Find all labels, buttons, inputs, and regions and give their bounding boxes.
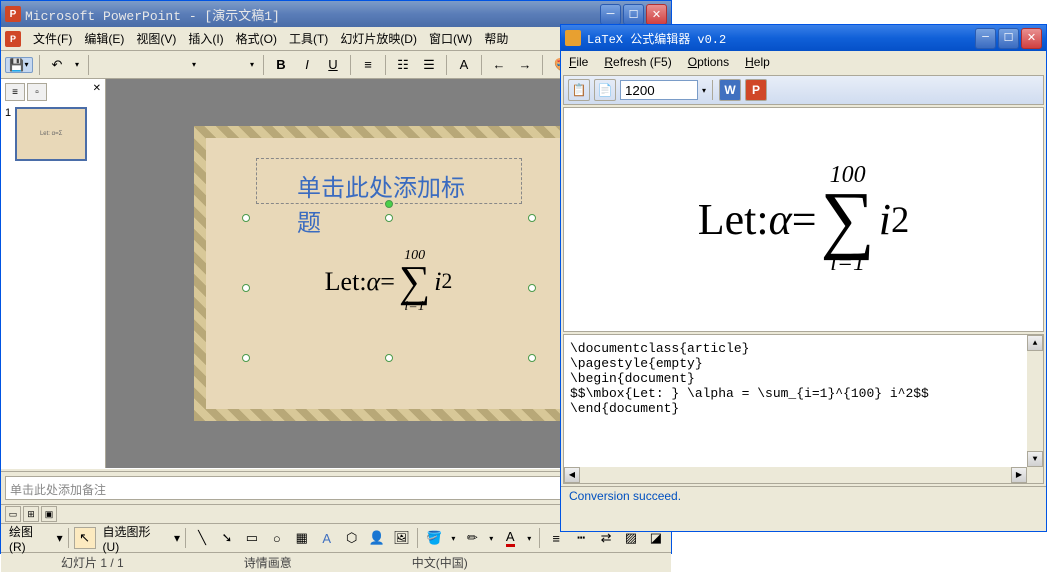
- menu-view[interactable]: 视图(V): [130, 28, 182, 49]
- ppt-minimize-button[interactable]: ─: [600, 4, 621, 25]
- dpi-input[interactable]: [620, 80, 698, 100]
- numbering-button[interactable]: ☷: [392, 54, 414, 76]
- line-tool[interactable]: ╲: [191, 527, 213, 549]
- latex-minimize-button[interactable]: ─: [975, 28, 996, 49]
- oval-tool[interactable]: ○: [266, 527, 288, 549]
- resize-handle-mr[interactable]: [528, 284, 536, 292]
- latex-toolbar: 📋 📄 ▾ W P: [563, 75, 1044, 105]
- undo-button[interactable]: ↶: [46, 54, 68, 76]
- status-slide: 幻灯片 1 / 1: [61, 554, 124, 571]
- clipart-button[interactable]: 👤: [366, 527, 388, 549]
- latex-maximize-button[interactable]: ☐: [998, 28, 1019, 49]
- menu-file[interactable]: 文件(F): [27, 28, 78, 49]
- select-tool[interactable]: ↖: [74, 527, 96, 549]
- resize-handle-ml[interactable]: [242, 284, 250, 292]
- menu-help[interactable]: 帮助: [478, 28, 514, 49]
- outline-tab[interactable]: ≡: [5, 83, 25, 101]
- slide-canvas[interactable]: 单击此处添加标题 Let: α = 100∑i=1 i2: [194, 126, 584, 421]
- textbox-tool[interactable]: ▦: [291, 527, 313, 549]
- demote-button[interactable]: →: [514, 54, 536, 76]
- ppt-statusbar: 幻灯片 1 / 1 诗情画意 中文(中国): [1, 552, 671, 572]
- menu-tools[interactable]: 工具(T): [283, 28, 334, 49]
- latex-code-editor[interactable]: \documentclass{article} \pagestyle{empty…: [563, 334, 1044, 484]
- latex-statusbar: Conversion succeed.: [561, 486, 1046, 506]
- resize-handle-br[interactable]: [528, 354, 536, 362]
- latex-close-button[interactable]: ✕: [1021, 28, 1042, 49]
- scrollbar-horizontal[interactable]: ◀▶: [564, 467, 1043, 483]
- wordart-button[interactable]: A: [316, 527, 338, 549]
- rectangle-tool[interactable]: ▭: [241, 527, 263, 549]
- undo-dropdown[interactable]: ▾: [72, 60, 82, 69]
- line-color-button[interactable]: ✏: [461, 527, 483, 549]
- autoshapes-menu[interactable]: 自选图形(U): [99, 521, 171, 556]
- latex-menu-refresh[interactable]: Refresh (F5): [604, 55, 671, 69]
- bullets-button[interactable]: ☰: [418, 54, 440, 76]
- resize-handle-mb[interactable]: [385, 354, 393, 362]
- fill-color-button[interactable]: 🪣: [423, 527, 445, 549]
- resize-handle-mt[interactable]: [385, 214, 393, 222]
- ppt-maximize-button[interactable]: ☐: [623, 4, 644, 25]
- font-color-button[interactable]: A: [499, 527, 521, 549]
- menu-format[interactable]: 格式(O): [230, 28, 283, 49]
- formula-preview: Let: α = 100∑i=1 i2: [563, 107, 1044, 332]
- export-word-button[interactable]: W: [719, 79, 741, 101]
- latex-menu-options[interactable]: Options: [688, 55, 729, 69]
- italic-button[interactable]: I: [296, 54, 318, 76]
- slide-thumbnail[interactable]: Let: α=Σ: [15, 107, 87, 161]
- ppt-doc-icon: P: [5, 31, 21, 47]
- menu-slideshow[interactable]: 幻灯片放映(D): [334, 28, 423, 49]
- ppt-title: Microsoft PowerPoint - [演示文稿1]: [25, 5, 280, 24]
- latex-editor-window: LaTeX 公式编辑器 v0.2 ─ ☐ ✕ File Refresh (F5)…: [560, 24, 1047, 532]
- formula-object[interactable]: Let: α = 100∑i=1 i2: [246, 218, 532, 358]
- arrow-tool[interactable]: ➘: [216, 527, 238, 549]
- preview-formula: Let: α = 100∑i=1 i2: [698, 162, 910, 277]
- status-language: 中文(中国): [412, 554, 468, 571]
- latex-app-icon: [565, 30, 581, 46]
- export-ppt-button[interactable]: P: [745, 79, 767, 101]
- latex-title: LaTeX 公式编辑器 v0.2: [587, 30, 726, 47]
- slide-number: 1: [5, 107, 11, 161]
- save-button[interactable]: 💾▾: [5, 57, 33, 73]
- slide-panel: ≡ ▫ ✕ 1 Let: α=Σ: [1, 79, 106, 468]
- bold-button[interactable]: B: [270, 54, 292, 76]
- resize-handle-tr[interactable]: [528, 214, 536, 222]
- panel-close-button[interactable]: ✕: [93, 83, 101, 101]
- resize-handle-bl[interactable]: [242, 354, 250, 362]
- ppt-app-icon: P: [5, 6, 21, 22]
- align-left-button[interactable]: ≡: [357, 54, 379, 76]
- ppt-close-button[interactable]: ✕: [646, 4, 667, 25]
- copy-image-button[interactable]: 📄: [594, 79, 616, 101]
- status-theme: 诗情画意: [244, 554, 292, 571]
- draw-menu[interactable]: 绘图(R): [5, 521, 54, 556]
- slides-tab[interactable]: ▫: [27, 83, 47, 101]
- menu-insert[interactable]: 插入(I): [182, 28, 229, 49]
- latex-titlebar[interactable]: LaTeX 公式编辑器 v0.2 ─ ☐ ✕: [561, 25, 1046, 51]
- picture-button[interactable]: 🖼: [391, 527, 413, 549]
- menu-window[interactable]: 窗口(W): [423, 28, 478, 49]
- rotate-handle[interactable]: [385, 200, 393, 208]
- latex-menu-help[interactable]: Help: [745, 55, 770, 69]
- resize-handle-tl[interactable]: [242, 214, 250, 222]
- copy-button[interactable]: 📋: [568, 79, 590, 101]
- latex-menubar: File Refresh (F5) Options Help: [561, 51, 1046, 73]
- formula-content: Let: α = 100∑i=1 i2: [325, 248, 453, 315]
- menu-edit[interactable]: 编辑(E): [78, 28, 130, 49]
- increase-font-button[interactable]: A: [453, 54, 475, 76]
- diagram-button[interactable]: ⬡: [341, 527, 363, 549]
- latex-menu-file[interactable]: File: [569, 55, 588, 69]
- scrollbar-vertical[interactable]: ▲▼: [1027, 335, 1043, 467]
- promote-button[interactable]: ←: [488, 54, 510, 76]
- underline-button[interactable]: U: [322, 54, 344, 76]
